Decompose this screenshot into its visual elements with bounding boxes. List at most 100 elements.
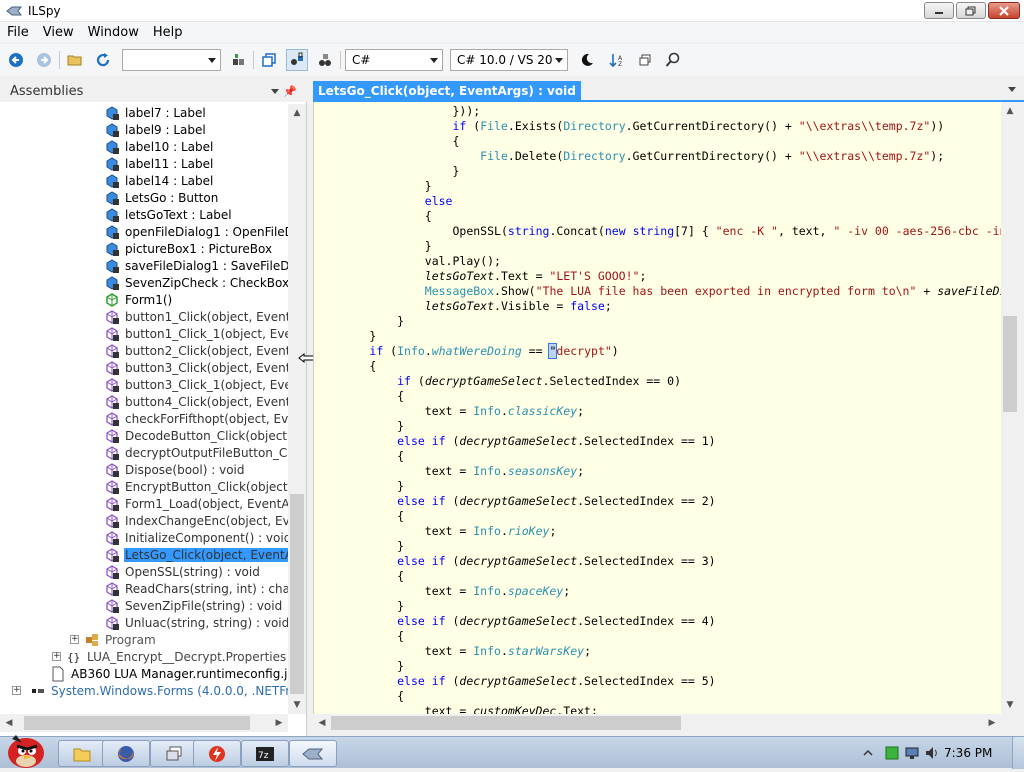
taskbar-flash-app[interactable] (193, 740, 241, 767)
tree-item[interactable]: openFileDialog1 : OpenFileDialog (104, 223, 288, 240)
tray-arrow-icon[interactable] (862, 747, 874, 759)
expand-toggle-icon[interactable]: + (70, 635, 79, 644)
windows-button[interactable] (634, 49, 656, 71)
tree-item[interactable]: label7 : Label (104, 104, 207, 121)
tree-item[interactable]: label10 : Label (104, 138, 214, 155)
menu-view[interactable]: View (36, 25, 81, 40)
volume-icon[interactable] (924, 745, 940, 761)
scroll-right-icon[interactable]: ▶ (983, 714, 1001, 732)
collapse-all-button[interactable] (258, 49, 280, 71)
tree-item[interactable]: button4_Click(object, EventArgs) : void (104, 393, 288, 410)
menu-file[interactable]: File (0, 25, 36, 40)
expand-toggle-icon[interactable]: + (12, 686, 21, 695)
sort-button[interactable]: AZ (606, 49, 628, 71)
menu-window[interactable]: Window (81, 25, 146, 40)
close-button[interactable] (988, 2, 1020, 19)
tree-item[interactable]: Program (84, 631, 157, 648)
scroll-down-icon[interactable]: ▼ (1001, 696, 1019, 714)
forward-button[interactable] (33, 49, 55, 71)
tree-item[interactable]: Dispose(bool) : void (104, 461, 245, 478)
tree-item[interactable]: SevenZipFile(string) : void (104, 597, 283, 614)
assembly-list-combo[interactable] (122, 49, 221, 71)
method-icon (104, 377, 120, 393)
taskbar-app-window[interactable] (150, 740, 198, 767)
taskbar-explorer[interactable] (58, 740, 106, 767)
tree-item[interactable]: Unluac(string, string) : void (104, 614, 288, 631)
expand-toggle-icon[interactable]: + (52, 652, 61, 661)
tree-item-label: SevenZipFile(string) : void (125, 598, 283, 613)
tree-item[interactable]: label9 : Label (104, 121, 207, 138)
taskbar-7zip[interactable]: 7z (241, 740, 289, 767)
taskbar-firefox[interactable] (102, 740, 150, 767)
tree-item[interactable]: button1_Click_1(object, EventArgs) : voi… (104, 325, 288, 342)
show-internal-types-button[interactable] (286, 49, 308, 71)
tree-item[interactable]: LetsGo_Click(object, EventArgs) : void (104, 546, 288, 563)
tree-item[interactable]: label11 : Label (104, 155, 214, 172)
tree-item-label: checkForFifthopt(object, EventArgs) : vo… (125, 411, 288, 426)
scroll-up-icon[interactable]: ▲ (288, 104, 306, 122)
pin-icon[interactable]: 📌 (283, 85, 297, 98)
chevron-down-icon[interactable] (271, 89, 279, 94)
tree-item[interactable]: InitializeComponent() : void (104, 529, 288, 546)
show-desktop-button[interactable] (1012, 737, 1024, 769)
scroll-left-icon[interactable]: ◀ (313, 714, 331, 732)
manage-assembly-lists-button[interactable] (227, 49, 249, 71)
start-button[interactable] (2, 729, 52, 769)
tree-item[interactable]: Form1_Load(object, EventArgs) : void (104, 495, 288, 512)
tree-item[interactable]: LetsGo : Button (104, 189, 219, 206)
chevron-down-icon[interactable] (1008, 87, 1016, 92)
restore-button[interactable] (956, 2, 986, 19)
language-version-combo[interactable]: C# 10.0 / VS 2022 (450, 49, 568, 71)
assembly-tree[interactable]: label7 : Label label9 : Label label10 : La… (0, 104, 288, 714)
tab-letsgo-click[interactable]: LetsGo_Click(object, EventArgs) : void (313, 81, 581, 100)
show-all-members-button[interactable] (314, 49, 336, 71)
tree-item[interactable]: SevenZipCheck : CheckBox (104, 274, 288, 291)
code-editor[interactable]: })); if (File.Exists(Directory.GetCurren… (313, 102, 1001, 714)
tree-item[interactable]: EncryptButton_Click(object, EventArgs) :… (104, 478, 288, 495)
open-button[interactable] (64, 49, 86, 71)
taskbar-clock[interactable]: 7:36 PM (944, 746, 992, 760)
code-vertical-scrollbar[interactable]: ▲ ▼ (1001, 102, 1019, 714)
field-icon (104, 258, 120, 274)
tree-item[interactable]: checkForFifthopt(object, EventArgs) : vo… (104, 410, 288, 427)
taskbar-ilspy[interactable] (289, 740, 337, 767)
code-horizontal-scrollbar[interactable]: ◀ ▶ (313, 714, 1001, 732)
method-icon (104, 547, 120, 563)
tree-item[interactable]: AB360 LUA Manager.runtimeconfig.json (50, 665, 288, 682)
tree-item[interactable]: letsGoText : Label (104, 206, 233, 223)
tree-item[interactable]: button3_Click_1(object, EventArgs) : voi… (104, 376, 288, 393)
tree-item[interactable]: button1_Click(object, EventArgs) : void (104, 308, 288, 325)
scroll-up-icon[interactable]: ▲ (1001, 102, 1019, 120)
tree-item[interactable]: label14 : Label (104, 172, 214, 189)
tree-hscroll-thumb[interactable] (24, 716, 250, 730)
tree-item[interactable]: DecodeButton_Click(object, EventArgs) : … (104, 427, 288, 444)
tree-item[interactable]: {} LUA_Encrypt__Decrypt.Properties (66, 648, 287, 665)
tree-item[interactable]: OpenSSL(string) : void (104, 563, 261, 580)
code-text[interactable]: })); if (File.Exists(Directory.GetCurren… (314, 104, 1001, 714)
tree-item[interactable]: saveFileDialog1 : SaveFileDialog (104, 257, 288, 274)
code-hscroll-thumb[interactable] (331, 716, 681, 730)
tree-item[interactable]: pictureBox1 : PictureBox (104, 240, 273, 257)
tree-item[interactable]: ReadChars(string, int) : char[] (104, 580, 288, 597)
tree-vertical-scrollbar[interactable]: ▲ ▼ (288, 104, 306, 714)
code-line: } (314, 479, 405, 493)
tree-item[interactable]: button2_Click(object, EventArgs) : void (104, 342, 288, 359)
menu-help[interactable]: Help (146, 25, 190, 40)
minimize-button[interactable] (924, 2, 954, 19)
tree-vscroll-thumb[interactable] (290, 494, 304, 694)
back-button[interactable] (5, 49, 27, 71)
reload-button[interactable] (92, 49, 114, 71)
language-combo[interactable]: C# (345, 49, 443, 71)
tree-item[interactable]: System.Windows.Forms (4.0.0.0, .NETFrame… (30, 682, 288, 699)
tree-item[interactable]: decryptOutputFileButton_Click(object, Ev… (104, 444, 288, 461)
tree-item[interactable]: IndexChangeEnc(object, EventArgs) : void (104, 512, 288, 529)
scroll-right-icon[interactable]: ▶ (270, 714, 288, 732)
tree-item[interactable]: button3_Click(object, EventArgs) : void (104, 359, 288, 376)
theme-toggle-button[interactable] (576, 49, 598, 71)
scroll-down-icon[interactable]: ▼ (288, 696, 306, 714)
code-vscroll-thumb[interactable] (1003, 316, 1017, 412)
tray-app-icon[interactable] (884, 745, 900, 761)
search-button[interactable] (662, 49, 684, 71)
tree-item[interactable]: Form1() (104, 291, 173, 308)
network-icon[interactable] (904, 745, 920, 761)
